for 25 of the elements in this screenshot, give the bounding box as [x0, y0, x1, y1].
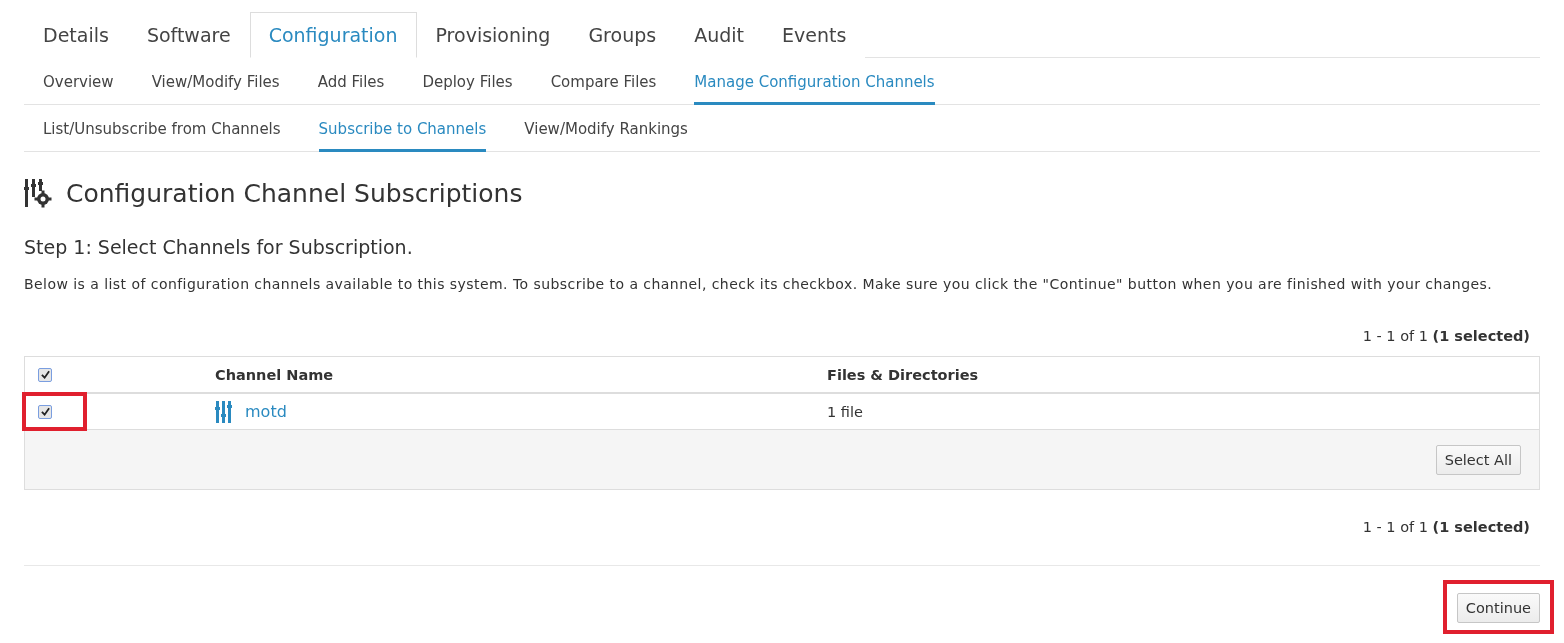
column-header: Files & Directories — [827, 366, 980, 383]
sub-tab[interactable]: View/Modify Rankings — [524, 105, 688, 152]
main-tab[interactable]: Configuration — [249, 12, 417, 58]
table-cell-text: 1 file — [827, 403, 864, 420]
channel-icon — [215, 399, 233, 424]
sub-tab[interactable]: View/Modify Files — [151, 58, 280, 105]
description-text: Below is a list of configuration channels available to this system. To subscribe to a channel, check its checkbox. Make sure you click the "Continue" button when you are finished with your changes. — [24, 276, 1494, 292]
step-heading: Step 1: Select Channels for Subscription. — [24, 236, 414, 258]
sub-tab[interactable]: Compare Files — [550, 58, 657, 105]
sub-tab[interactable]: Add Files — [317, 58, 385, 105]
channel-link[interactable]: motd — [245, 402, 287, 421]
channel-settings-icon — [24, 178, 52, 208]
pagination-summary: 1 - 1 of 1 (1 selected) — [1362, 328, 1530, 344]
column-header: Channel Name — [215, 366, 335, 383]
select-all-button[interactable]: Select All — [1435, 444, 1521, 475]
sub-tab[interactable]: List/Unsubscribe from Channels — [43, 105, 281, 152]
pagination-summary: 1 - 1 of 1 (1 selected) — [1362, 519, 1530, 535]
page-heading: Configuration Channel Subscriptions — [66, 178, 523, 208]
sub-tab[interactable]: Deploy Files — [422, 58, 513, 105]
select-all-checkbox[interactable] — [38, 367, 52, 382]
continue-button[interactable]: Continue — [1456, 593, 1540, 623]
sub-tab[interactable]: Manage Configuration Channels — [694, 58, 935, 105]
row-checkbox[interactable] — [38, 404, 52, 419]
sub-tab[interactable]: Overview — [43, 58, 114, 105]
sub-tab[interactable]: Subscribe to Channels — [318, 105, 487, 152]
